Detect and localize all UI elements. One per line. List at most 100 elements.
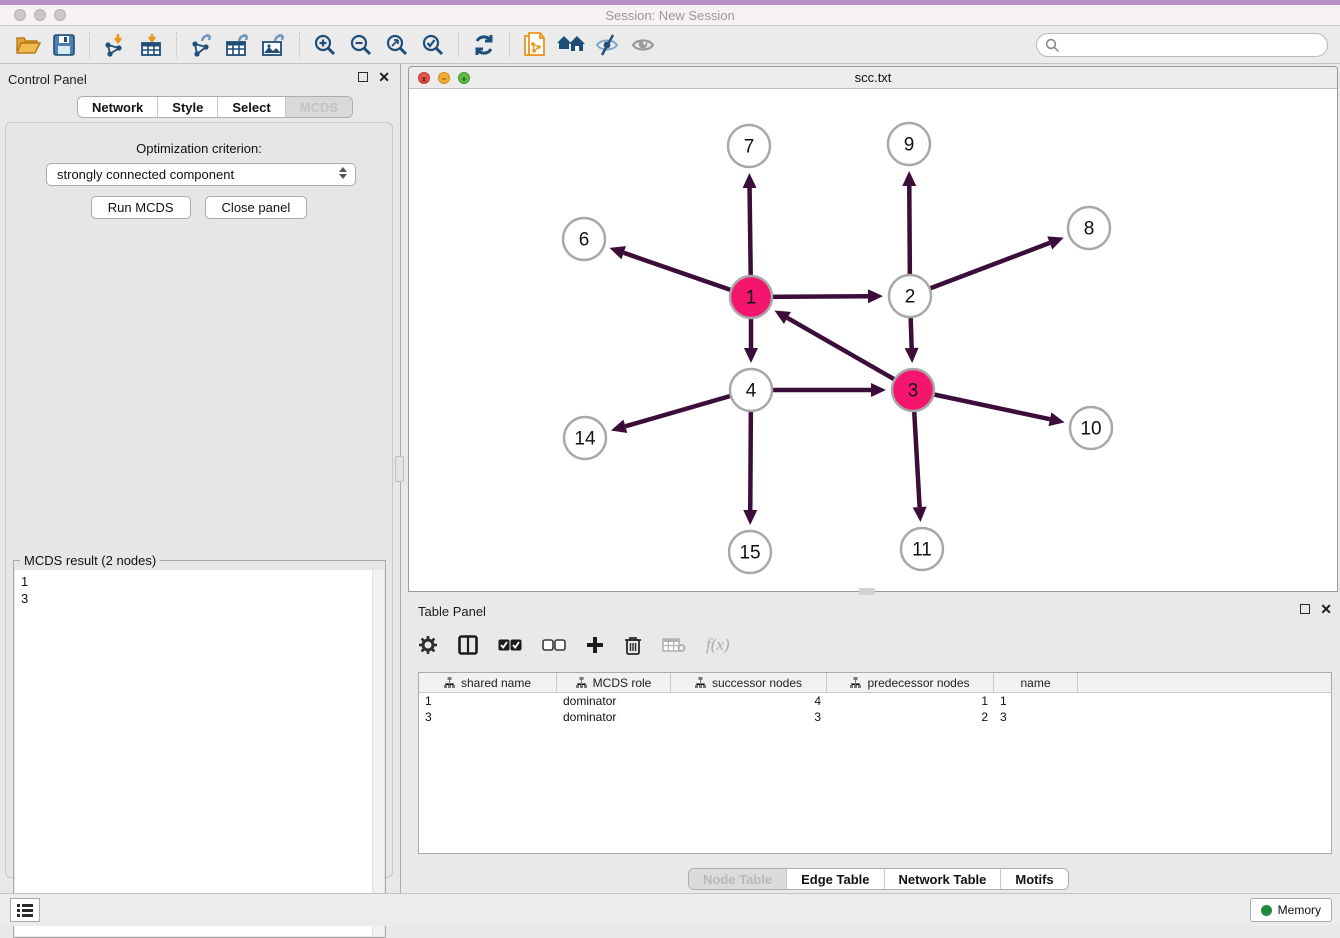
hierarchy-icon <box>850 677 861 688</box>
graph-edge-arrowhead <box>743 173 757 188</box>
tab-network[interactable]: Network <box>78 97 158 117</box>
open-file-button[interactable] <box>10 30 46 60</box>
toolbar-separator <box>509 32 510 58</box>
cell-shared-name[interactable]: 3 <box>419 709 557 725</box>
new-network-from-selection-button[interactable] <box>517 30 553 60</box>
network-graph-svg[interactable]: 7968124314101511 <box>409 89 1337 591</box>
zoom-in-icon <box>313 33 337 57</box>
table-panel-title: Table Panel <box>418 604 486 619</box>
delete-table-icon <box>662 637 686 653</box>
mcds-result-textarea[interactable]: 1 3 <box>15 570 384 936</box>
application-window: Session: New Session <box>0 0 1340 926</box>
graph-edge-arrowhead <box>743 510 757 525</box>
graph-node-label: 8 <box>1084 219 1095 240</box>
close-panel-icon[interactable]: ✕ <box>378 72 390 82</box>
show-column-button[interactable] <box>458 635 478 655</box>
show-all-button[interactable] <box>625 30 661 60</box>
memory-button[interactable]: Memory <box>1250 898 1332 922</box>
columns-icon <box>458 635 478 655</box>
column-header-shared-name[interactable]: shared name <box>419 673 557 692</box>
node-table[interactable]: shared name MCDS role successor nodes pr… <box>418 672 1332 854</box>
optimization-criterion-dropdown[interactable]: strongly connected component <box>46 163 356 186</box>
network-window-titlebar[interactable]: x − + scc.txt <box>409 67 1337 89</box>
graph-edge-2-8[interactable] <box>910 243 1050 296</box>
select-all-columns-button[interactable] <box>498 639 522 651</box>
tab-motifs[interactable]: Motifs <box>1001 869 1067 889</box>
export-table-button[interactable] <box>220 30 256 60</box>
cell-shared-name[interactable]: 1 <box>419 693 557 709</box>
graph-edge-arrowhead <box>744 348 758 363</box>
tab-mcds[interactable]: MCDS <box>286 97 352 117</box>
import-network-button[interactable] <box>97 30 133 60</box>
import-table-button[interactable] <box>133 30 169 60</box>
search-input[interactable] <box>1060 38 1319 53</box>
table-settings-button[interactable] <box>418 635 438 655</box>
dropdown-value: strongly connected component <box>57 167 234 182</box>
table-row[interactable]: 3 dominator 3 2 3 <box>419 709 1331 725</box>
tab-select[interactable]: Select <box>218 97 285 117</box>
zoom-selected-button[interactable] <box>415 30 451 60</box>
memory-label: Memory <box>1278 903 1321 917</box>
export-table-icon <box>225 33 251 57</box>
dropdown-stepper-icon <box>339 167 347 179</box>
tab-edge-table[interactable]: Edge Table <box>787 869 884 889</box>
run-mcds-button[interactable]: Run MCDS <box>91 196 191 219</box>
close-table-panel-icon[interactable]: ✕ <box>1320 604 1332 614</box>
tab-network-table[interactable]: Network Table <box>885 869 1002 889</box>
save-session-button[interactable] <box>46 30 82 60</box>
column-header-name[interactable]: name <box>994 673 1078 692</box>
graph-node-label: 6 <box>579 230 590 251</box>
graph-edge-arrowhead <box>868 289 883 303</box>
titlebar: Session: New Session <box>0 0 1340 26</box>
delete-column-button[interactable] <box>624 635 642 655</box>
graph-node-label: 9 <box>904 135 915 156</box>
zoom-out-button[interactable] <box>343 30 379 60</box>
cell-mcds-role[interactable]: dominator <box>557 709 671 725</box>
cell-predecessor-nodes[interactable]: 1 <box>827 693 994 709</box>
column-header-successor-nodes[interactable]: successor nodes <box>671 673 827 692</box>
float-table-panel-icon[interactable] <box>1300 604 1310 614</box>
first-neighbors-button[interactable] <box>553 30 589 60</box>
tab-node-table[interactable]: Node Table <box>689 869 787 889</box>
float-panel-icon[interactable] <box>358 72 368 82</box>
search-field[interactable] <box>1036 33 1328 57</box>
export-image-button[interactable] <box>256 30 292 60</box>
cell-name[interactable]: 3 <box>994 709 1078 725</box>
mcds-result-line: 3 <box>21 590 378 607</box>
open-folder-icon <box>15 34 41 56</box>
graph-edge-arrowhead <box>610 246 626 259</box>
hierarchy-icon <box>576 677 587 688</box>
table-row[interactable]: 1 dominator 4 1 1 <box>419 693 1331 709</box>
export-network-button[interactable] <box>184 30 220 60</box>
network-resize-handle[interactable] <box>859 588 875 595</box>
graph-node-label: 7 <box>744 137 755 158</box>
column-header-predecessor-nodes[interactable]: predecessor nodes <box>827 673 994 692</box>
unselect-all-columns-button[interactable] <box>542 639 566 651</box>
close-panel-button[interactable]: Close panel <box>205 196 308 219</box>
cell-successor-nodes[interactable]: 4 <box>671 693 827 709</box>
hide-selected-button[interactable] <box>589 30 625 60</box>
zoom-fit-button[interactable] <box>379 30 415 60</box>
cell-mcds-role[interactable]: dominator <box>557 693 671 709</box>
toolbar-separator <box>89 32 90 58</box>
tab-style[interactable]: Style <box>158 97 218 117</box>
apply-layout-button[interactable] <box>466 30 502 60</box>
column-header-mcds-role[interactable]: MCDS role <box>557 673 671 692</box>
column-label: shared name <box>461 676 531 690</box>
create-column-button[interactable] <box>586 636 604 654</box>
zoom-in-button[interactable] <box>307 30 343 60</box>
control-panel: Control Panel ✕ Network Style Select MCD… <box>0 66 398 882</box>
graph-node-label: 1 <box>746 288 757 309</box>
graph-edge-arrowhead <box>611 420 627 433</box>
mcds-result-group: MCDS result (2 nodes) 1 3 <box>13 560 386 938</box>
graph-edge-arrowhead <box>905 348 919 363</box>
plus-icon <box>586 636 604 654</box>
new-network-document-icon <box>523 32 547 58</box>
mcds-result-scrollbar[interactable] <box>372 570 384 936</box>
cell-predecessor-nodes[interactable]: 2 <box>827 709 994 725</box>
task-history-button[interactable] <box>10 898 40 922</box>
cell-successor-nodes[interactable]: 3 <box>671 709 827 725</box>
gear-icon <box>418 635 438 655</box>
cell-name[interactable]: 1 <box>994 693 1078 709</box>
network-canvas[interactable]: 7968124314101511 <box>409 89 1337 591</box>
